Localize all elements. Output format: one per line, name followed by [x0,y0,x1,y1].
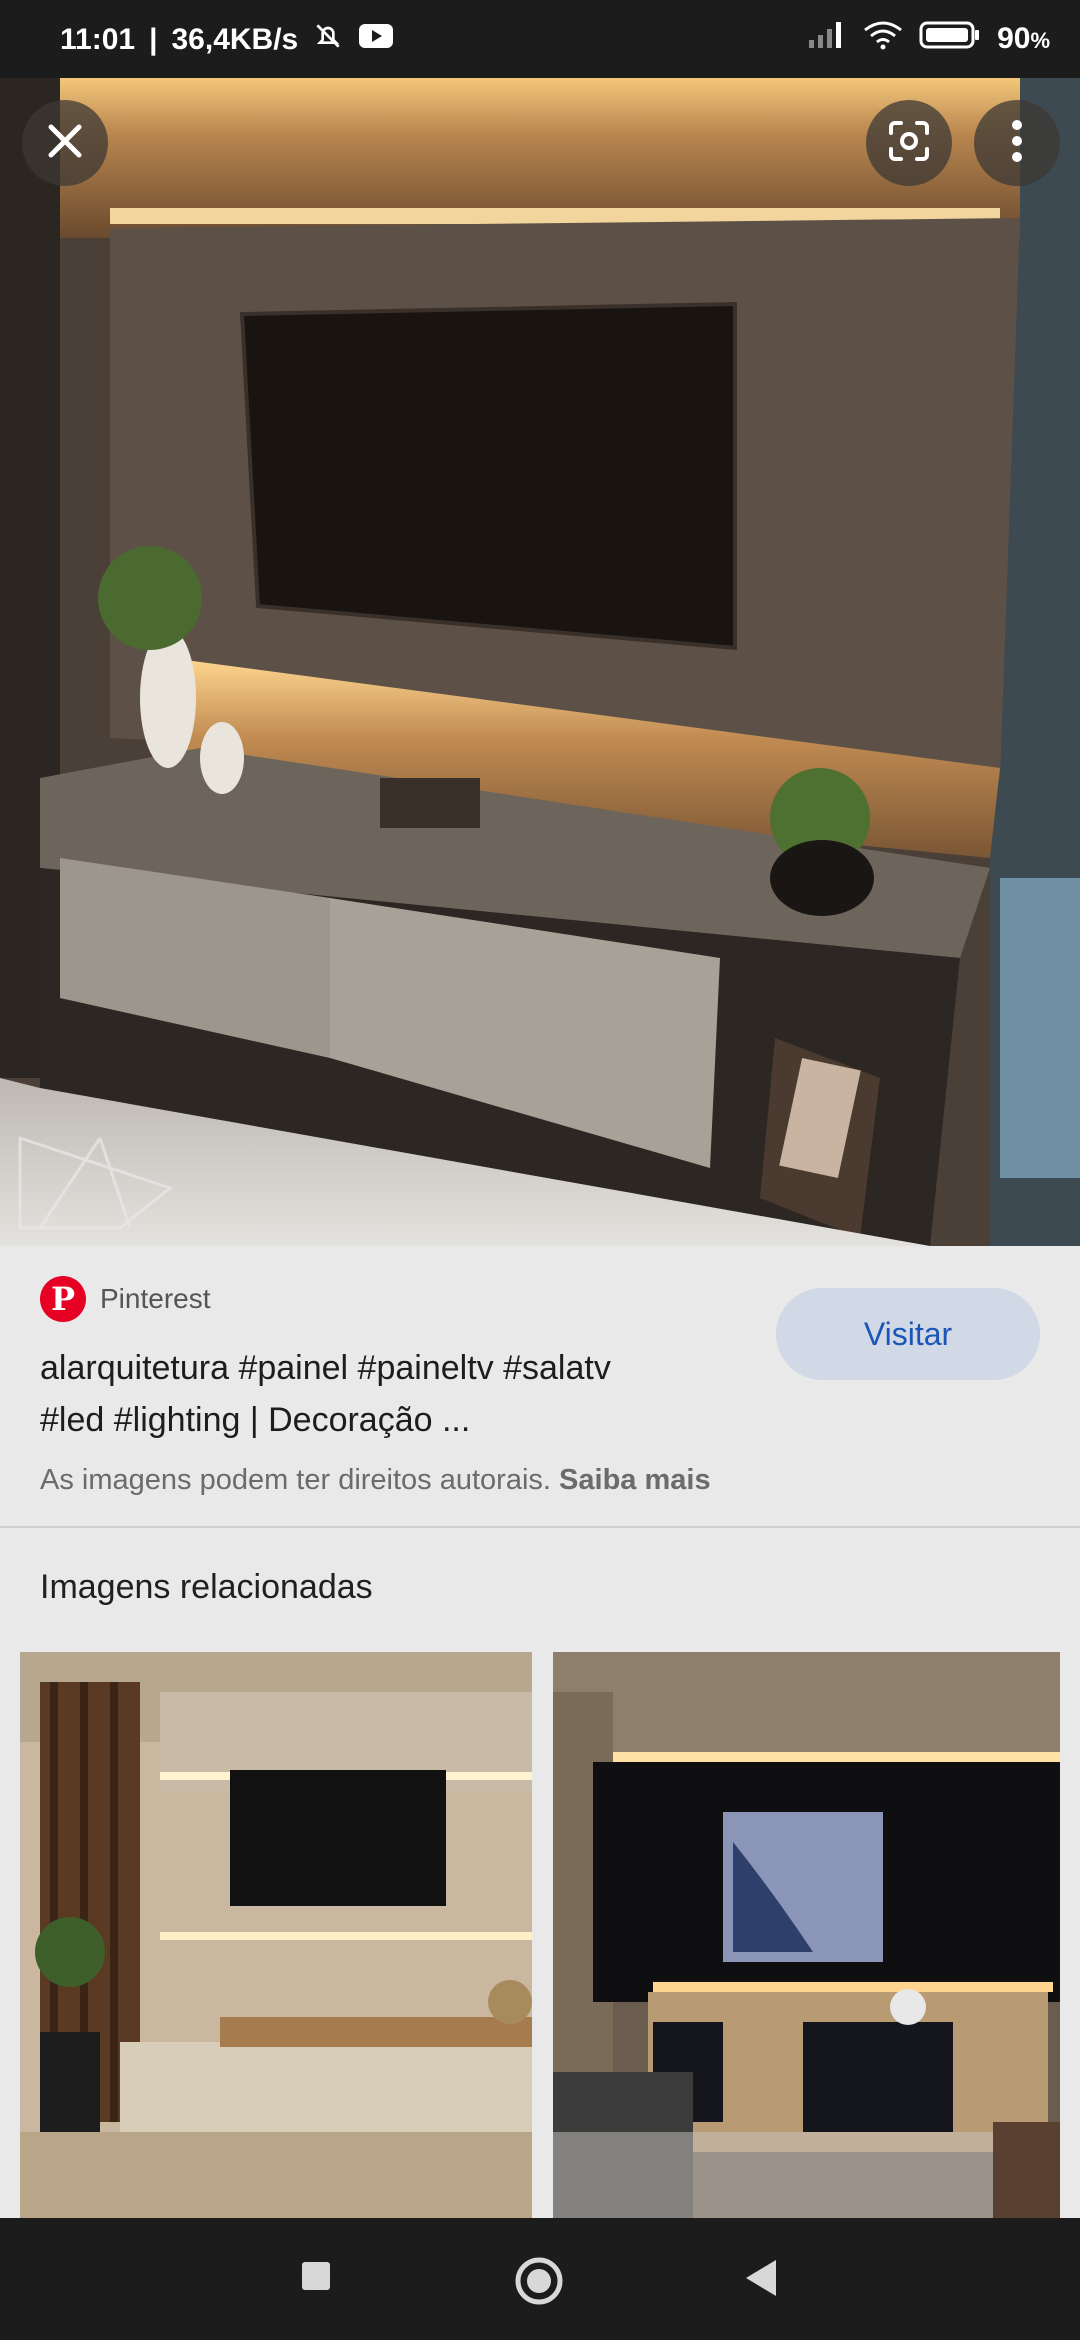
back-triangle-icon [744,2260,778,2302]
source-name: Pinterest [100,1283,211,1314]
result-info: P Pinterest alarquitetura #painel #paine… [0,1246,1080,1526]
status-time: 11:01 [60,23,136,56]
home-button[interactable] [514,2256,564,2311]
related-image-2[interactable] [553,1652,1060,2218]
source[interactable]: P Pinterest [40,1276,211,1322]
result-title-line-1: alarquitetura #painel #paineltv #salatv [40,1349,611,1387]
home-circle-icon [514,2257,564,2310]
result-title-line-2: #led #lighting | Decoração ... [40,1401,471,1439]
status-bar-left: 11:01 | 36,4KB/s [60,20,394,60]
close-button[interactable] [22,100,108,186]
divider [0,1526,1080,1528]
navigation-bar [0,2218,1080,2340]
related-image-1[interactable] [20,1652,532,2218]
status-network-speed: 36,4KB/s [171,23,299,56]
battery-level: 90% [997,22,1050,55]
hero-image[interactable] [0,78,1080,1246]
bell-off-icon [312,20,344,60]
status-separator: | [149,23,158,56]
result-title[interactable]: alarquitetura #painel #paineltv #salatv … [40,1342,740,1446]
related-image-2-photo [553,1652,1060,2218]
pinterest-logo-icon: P [40,1276,86,1322]
more-options-button[interactable] [974,100,1060,186]
visit-button[interactable]: Visitar [776,1288,1040,1380]
learn-more-link[interactable]: Saiba mais [559,1464,711,1496]
youtube-icon [358,22,394,58]
related-images-heading: Imagens relacionadas [40,1568,373,1606]
recents-button[interactable] [300,2260,332,2297]
hero-photo [0,78,1080,1246]
close-icon [45,121,85,166]
related-image-1-photo [20,1652,532,2218]
status-bar-right: 90% [807,20,1050,58]
signal-icon [807,20,847,58]
battery-icon [919,20,981,58]
wifi-icon [863,20,903,58]
lens-icon [885,117,933,170]
back-button[interactable] [744,2258,778,2303]
status-bar: 11:01 | 36,4KB/s 90% [0,0,1080,78]
copyright-text: As imagens podem ter direitos autorais. [40,1464,551,1496]
copyright-notice: As imagens podem ter direitos autorais. … [40,1464,711,1497]
more-vert-icon [1011,119,1023,168]
square-icon [300,2262,332,2296]
lens-button[interactable] [866,100,952,186]
